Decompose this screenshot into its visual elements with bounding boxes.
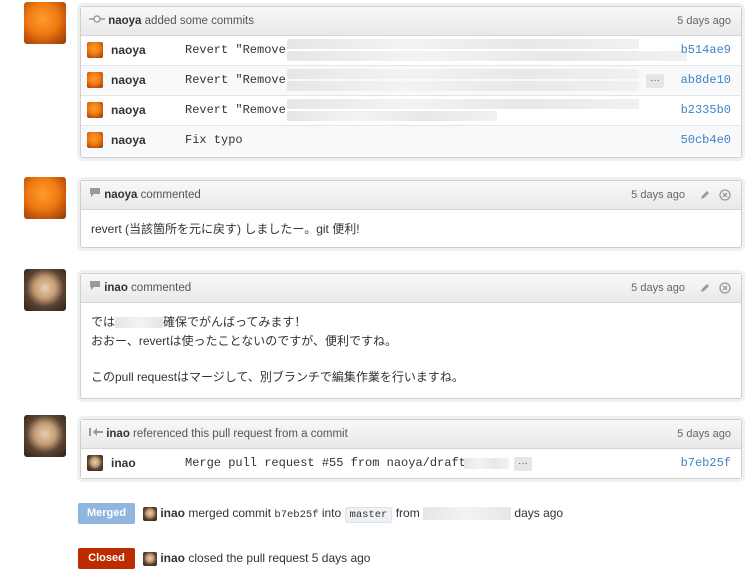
commit-message[interactable]: Revert "Remove (185, 36, 286, 65)
commit-author[interactable]: naoya (111, 126, 146, 155)
blurred-text (115, 317, 164, 329)
expand-message-button[interactable]: ··· (514, 449, 532, 478)
avatar[interactable] (87, 42, 103, 58)
avatar[interactable] (24, 269, 66, 311)
avatar[interactable] (143, 551, 157, 566)
comment-card: inao commented 5 days ago では 確保でがんばってみます！… (80, 273, 742, 399)
reference-arrow-icon (89, 420, 103, 448)
timestamp[interactable]: 5 days ago (677, 420, 731, 448)
edit-icon[interactable] (699, 274, 711, 302)
commits-card: naoya added some commits 5 days ago naoy… (80, 6, 742, 158)
commits-header: naoya added some commits 5 days ago (81, 7, 741, 36)
comment-line: おおー、revertは使ったことないのですが、便利ですね。 (91, 334, 397, 348)
blurred-text (287, 111, 497, 121)
comment-action: commented (140, 189, 201, 202)
delete-icon[interactable] (719, 274, 731, 302)
comment-header: naoya commented 5 days ago (81, 181, 741, 210)
comment-icon (89, 274, 101, 302)
commit-sha-link[interactable]: b7eb25f (681, 449, 731, 478)
commit-sha-link[interactable]: b2335b0 (681, 96, 731, 125)
commit-row: naoya Revert "Remove b2335b0 (81, 95, 741, 125)
comment-icon (89, 181, 101, 209)
avatar[interactable] (24, 415, 66, 457)
commit-author[interactable]: naoya (111, 66, 146, 95)
event-action: added some commits (144, 15, 254, 28)
merged-badge: Merged (78, 503, 135, 524)
blurred-text (287, 51, 687, 61)
comment-action: commented (131, 282, 192, 295)
commit-row: naoya Revert "Remove b514ae9 (81, 36, 741, 65)
commit-row: naoya Revert "Remove ··· ab8de10 (81, 65, 741, 95)
reference-card: inao referenced this pull request from a… (80, 419, 742, 479)
avatar[interactable] (87, 455, 103, 471)
comment-author[interactable]: naoya (104, 189, 137, 201)
event-text: into (321, 506, 342, 520)
avatar[interactable] (143, 506, 157, 521)
blurred-text (287, 69, 639, 79)
blurred-text (464, 458, 509, 469)
commit-icon (89, 7, 105, 35)
comment-body: では 確保でがんばってみます！ おおー、revertは使ったことないのですが、便利… (81, 303, 741, 397)
blurred-text (287, 99, 639, 109)
comment-header: inao commented 5 days ago (81, 274, 741, 303)
closed-badge: Closed (78, 548, 135, 569)
timestamp[interactable]: 5 days ago (631, 181, 685, 209)
reference-header: inao referenced this pull request from a… (81, 420, 741, 449)
event-text: merged commit (188, 506, 272, 520)
expand-message-button[interactable]: ··· (646, 66, 664, 95)
commit-author[interactable]: naoya (111, 36, 146, 65)
branch-name[interactable]: master (344, 507, 393, 523)
avatar[interactable] (87, 102, 103, 118)
delete-icon[interactable] (719, 181, 731, 209)
commit-message[interactable]: Merge pull request #55 from naoya/draft (185, 449, 466, 478)
commit-message[interactable]: Revert "Remove (185, 66, 286, 95)
edit-icon[interactable] (699, 181, 711, 209)
blurred-text (287, 81, 639, 91)
comment-line: このpull requestはマージして、別ブランチで編集作業を行いますね。 (91, 370, 464, 384)
commit-row: inao Merge pull request #55 from naoya/d… (81, 449, 741, 478)
commit-author[interactable]: naoya (111, 96, 146, 125)
timestamp[interactable]: 5 days ago (677, 7, 731, 35)
commit-message[interactable]: Revert "Remove (185, 96, 286, 125)
blurred-text (423, 507, 512, 521)
commit-message[interactable]: Fix typo (185, 126, 243, 155)
comment-line: では 確保でがんばってみます！ (91, 315, 307, 329)
event-text: days ago (514, 506, 564, 520)
comment-author[interactable]: inao (104, 282, 128, 294)
avatar[interactable] (24, 2, 66, 44)
event-action: referenced this pull request from a comm… (133, 428, 348, 441)
avatar[interactable] (87, 72, 103, 88)
closed-event: inao closed the pull request 5 days ago (143, 548, 370, 569)
commit-sha-link[interactable]: 50cb4e0 (681, 126, 731, 155)
comment-body: revert (当該箇所を元に戻す) しましたー。git 便利! (91, 222, 360, 236)
event-actor[interactable]: naoya (108, 15, 141, 27)
event-actor[interactable]: inao (160, 506, 185, 520)
commit-sha-link[interactable]: b7eb25f (274, 509, 318, 521)
commit-sha-link[interactable]: ab8de10 (681, 66, 731, 95)
commit-row: naoya Fix typo 50cb4e0 (81, 125, 741, 155)
blurred-text (287, 39, 639, 49)
timestamp[interactable]: 5 days ago (631, 274, 685, 302)
event-text: from (395, 506, 420, 520)
merged-event: inao merged commit b7eb25f into master f… (143, 503, 563, 524)
event-text: closed the pull request 5 days ago (188, 551, 371, 565)
event-actor[interactable]: inao (160, 551, 185, 565)
avatar[interactable] (87, 132, 103, 148)
commit-author[interactable]: inao (111, 449, 136, 478)
avatar[interactable] (24, 177, 66, 219)
comment-card: naoya commented 5 days ago revert (当該箇所を… (80, 180, 742, 248)
commit-sha-link[interactable]: b514ae9 (681, 36, 731, 65)
event-actor[interactable]: inao (106, 428, 130, 440)
